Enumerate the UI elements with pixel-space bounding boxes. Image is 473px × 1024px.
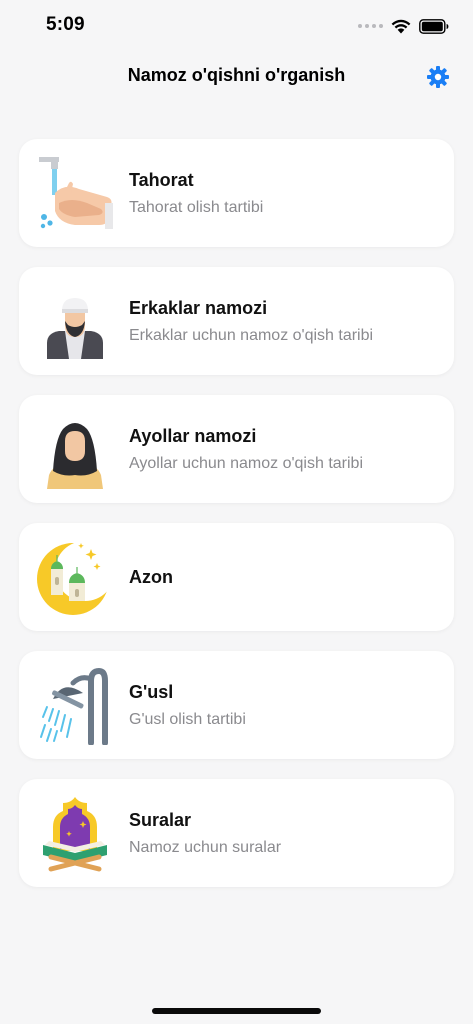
card-subtitle: G'usl olish tartibi	[129, 710, 246, 728]
home-indicator[interactable]	[152, 1008, 321, 1014]
card-text: Erkaklar namozi Erkaklar uchun namoz o'q…	[129, 267, 440, 375]
card-subtitle: Erkaklar uchun namoz o'qish taribi	[129, 326, 374, 344]
card-text: Suralar Namoz uchun suralar	[129, 779, 440, 887]
card-title: Tahorat	[129, 169, 194, 190]
status-bar: 5:09	[0, 0, 473, 50]
man-icon	[35, 281, 115, 361]
menu-list: Tahorat Tahorat olish tartibi Erkaklar n…	[19, 139, 454, 907]
menu-item-azon[interactable]: Azon	[19, 523, 454, 631]
quran-icon	[35, 793, 115, 873]
settings-button[interactable]	[425, 64, 451, 90]
card-title: Erkaklar namozi	[129, 297, 268, 318]
card-subtitle: Namoz uchun suralar	[129, 838, 282, 856]
status-indicators	[358, 16, 449, 36]
card-text: Ayollar namozi Ayollar uchun namoz o'qis…	[129, 395, 440, 503]
cellular-signal-icon	[358, 24, 383, 28]
navigation-bar: Namoz o'qishni o'rganish	[0, 50, 473, 104]
card-title: G'usl	[129, 681, 174, 702]
status-time: 5:09	[46, 14, 85, 35]
battery-icon	[419, 18, 449, 34]
card-title: Azon	[129, 566, 173, 587]
gear-icon	[427, 66, 449, 88]
crescent-mosque-icon	[35, 537, 115, 617]
menu-item-ayollar-namozi[interactable]: Ayollar namozi Ayollar uchun namoz o'qis…	[19, 395, 454, 503]
menu-item-gusl[interactable]: G'usl G'usl olish tartibi	[19, 651, 454, 759]
menu-item-suralar[interactable]: Suralar Namoz uchun suralar	[19, 779, 454, 887]
menu-item-erkaklar-namozi[interactable]: Erkaklar namozi Erkaklar uchun namoz o'q…	[19, 267, 454, 375]
card-text: G'usl G'usl olish tartibi	[129, 651, 440, 759]
wifi-icon	[391, 19, 411, 33]
menu-item-tahorat[interactable]: Tahorat Tahorat olish tartibi	[19, 139, 454, 247]
page-title: Namoz o'qishni o'rganish	[127, 65, 346, 85]
hand-washing-icon	[35, 153, 115, 233]
card-title: Ayollar namozi	[129, 425, 257, 446]
card-text: Tahorat Tahorat olish tartibi	[129, 139, 440, 247]
woman-icon	[35, 409, 115, 489]
card-title: Suralar	[129, 809, 192, 830]
shower-icon	[35, 665, 115, 746]
card-subtitle: Tahorat olish tartibi	[129, 198, 264, 216]
card-subtitle: Ayollar uchun namoz o'qish taribi	[129, 454, 363, 472]
card-text: Azon	[129, 523, 440, 631]
